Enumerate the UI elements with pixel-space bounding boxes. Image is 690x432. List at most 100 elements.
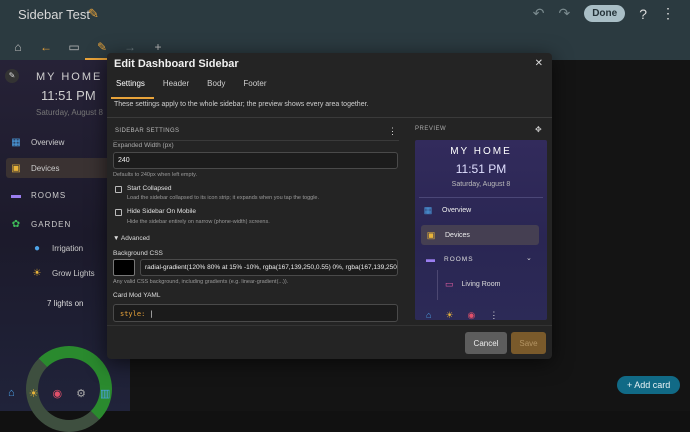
advanced-toggle[interactable]: ▼ Advanced — [113, 235, 150, 242]
sidebar-item-grow-lights[interactable]: ☀ Grow Lights — [30, 263, 95, 283]
add-card-label: Add card — [634, 380, 671, 390]
tab-body[interactable]: Body — [198, 79, 234, 93]
edit-card-icon[interactable]: ✎ — [5, 69, 19, 83]
dashboard-icon: ▦ — [423, 204, 433, 215]
expanded-width-label: Expanded Width (px) — [113, 142, 174, 149]
home-icon[interactable]: ⌂ — [8, 387, 15, 400]
yaml-key: style: — [120, 310, 146, 318]
sidebar-item-label: Devices — [31, 163, 60, 173]
top-app-bar: Sidebar Test ✎ ↶ ↷ Done ? ⋮ ⌂ ← ▭ ✎ → + — [0, 0, 690, 60]
gear-icon[interactable]: ⚙ — [76, 387, 86, 400]
card-mod-editor[interactable]: style: | — [113, 304, 398, 322]
background-css-helper: Any valid CSS background, including grad… — [113, 279, 289, 285]
devices-icon: ▣ — [426, 229, 436, 240]
redo-icon[interactable]: ↷ — [558, 5, 570, 22]
hide-on-mobile-label: Hide Sidebar On Mobile — [127, 208, 197, 215]
close-icon[interactable]: ✕ — [535, 58, 543, 69]
chevron-down-icon: ⌄ — [526, 255, 532, 262]
caret-down-icon: ▼ — [113, 235, 121, 242]
cancel-button[interactable]: Cancel — [465, 332, 507, 354]
dashboard-icon: ▦ — [11, 136, 21, 148]
sofa-icon: ▬ — [426, 254, 436, 264]
start-collapsed-checkbox[interactable] — [115, 186, 122, 193]
arrow-left-icon[interactable]: ← — [38, 40, 54, 54]
sidebar-item-irrigation[interactable]: ● Irrigation — [30, 238, 83, 258]
sidebar-item-overview[interactable]: ▦ Overview — [9, 132, 64, 152]
sidebar-item-rooms[interactable]: ▬ ROOMS — [9, 185, 66, 205]
section-label: SIDEBAR SETTINGS — [115, 128, 180, 134]
home-icon: ⌂ — [426, 310, 432, 320]
tab-footer[interactable]: Footer — [234, 79, 275, 93]
sidebar-item-label: Irrigation — [52, 243, 84, 253]
color-swatch[interactable] — [113, 259, 135, 276]
preview-title: MY HOME — [450, 146, 512, 157]
tab-settings[interactable]: Settings — [107, 79, 154, 93]
card-mod-label: Card Mod YAML — [113, 292, 161, 299]
tab-header[interactable]: Header — [154, 79, 198, 93]
security-icon[interactable]: ◉ — [53, 387, 63, 400]
hide-on-mobile-checkbox[interactable] — [115, 209, 122, 216]
background-css-input[interactable]: radial-gradient(120% 80% at 15% -10%, rg… — [140, 259, 398, 276]
save-button[interactable]: Save — [511, 332, 546, 354]
home-icon[interactable]: ⌂ — [10, 40, 26, 54]
devices-icon: ▣ — [11, 162, 21, 174]
sidebar-item-garden[interactable]: ✿ GARDEN — [9, 214, 71, 234]
hide-on-mobile-helper: Hide the sidebar entirely on narrow (pho… — [127, 219, 270, 225]
move-icon[interactable]: ✥ — [535, 125, 542, 134]
dashboard-title: Sidebar Test — [18, 7, 91, 22]
preview-item-label: Living Room — [461, 281, 501, 288]
lightbulb-icon: ☀ — [445, 310, 454, 320]
dialog-title: Edit Dashboard Sidebar — [114, 58, 239, 70]
lightbulb-icon[interactable]: ☀ — [29, 387, 39, 400]
preview-item-label: Overview — [442, 206, 472, 214]
edit-title-pencil-icon[interactable]: ✎ — [88, 6, 102, 21]
sidebar-toggle-icon[interactable]: ▥ — [100, 387, 110, 400]
dialog-tabs: Settings Header Body Footer — [107, 79, 276, 93]
done-button[interactable]: Done — [584, 5, 626, 22]
undo-icon[interactable]: ↶ — [533, 5, 545, 22]
sidebar-item-label: Grow Lights — [52, 268, 95, 278]
sidebar-item-label: Overview — [31, 137, 65, 147]
lightbulb-icon: ☀ — [32, 267, 42, 279]
preview-date: Saturday, August 8 — [451, 181, 511, 188]
arrow-right-icon[interactable]: → — [122, 40, 138, 54]
tv-icon: ▭ — [445, 279, 454, 289]
sprout-icon: ✿ — [11, 218, 21, 230]
sidebar-footer-icons: ⌂ ☀ ◉ ⚙ ▥ — [8, 387, 110, 400]
expanded-width-helper: Defaults to 240px when left empty. — [113, 172, 197, 178]
preview-rooms-label: ROOMS — [444, 255, 474, 263]
preview-label: PREVIEW — [415, 126, 447, 132]
edit-view-pencil-icon[interactable]: ✎ — [94, 40, 110, 54]
background-css-label: Background CSS — [113, 250, 163, 257]
advanced-label: Advanced — [120, 235, 150, 242]
section-menu-icon[interactable]: ⋮ — [388, 126, 397, 137]
preview-rooms-group: ▬ ROOMS — [426, 254, 474, 264]
sidebar-item-label: GARDEN — [31, 219, 72, 229]
water-drop-icon: ● — [33, 242, 41, 254]
start-collapsed-helper: Load the sidebar collapsed to its icon s… — [127, 195, 320, 201]
help-icon[interactable]: ? — [639, 6, 647, 22]
active-tab-indicator — [111, 97, 154, 99]
divider — [107, 117, 552, 118]
more-vert-icon[interactable]: ⋮ — [661, 5, 675, 22]
more-vert-icon: ⋮ — [489, 310, 499, 320]
sidebar-date: Saturday, August 8 — [36, 108, 104, 117]
preview-item-overview: ▦ Overview — [422, 200, 471, 220]
divider — [113, 140, 399, 141]
top-actions: ↶ ↷ Done ? ⋮ — [533, 5, 675, 22]
edit-sidebar-dialog: Edit Dashboard Sidebar ✕ Settings Header… — [107, 53, 552, 359]
sidebar-item-label: ROOMS — [31, 190, 67, 200]
dialog-hint: These settings apply to the whole sideba… — [114, 101, 369, 108]
preview-footer-icons: ⌂ ☀ ◉ ⋮ — [426, 310, 498, 320]
start-collapsed-label: Start Collapsed — [127, 185, 172, 192]
add-view-plus-icon[interactable]: + — [150, 40, 166, 54]
sidebar-preview: MY HOME 11:51 PM Saturday, August 8 ▦ Ov… — [415, 140, 547, 320]
expanded-width-input[interactable]: 240 — [113, 152, 398, 169]
sidebar-title: MY HOME — [36, 71, 103, 83]
add-card-button[interactable]: + Add card — [617, 376, 681, 394]
sidebar-time: 11:51 PM — [41, 88, 96, 103]
divider — [419, 197, 543, 198]
view-type-icon[interactable]: ▭ — [66, 40, 82, 54]
lights-summary: 7 lights on — [47, 299, 84, 308]
tree-line — [437, 270, 438, 300]
